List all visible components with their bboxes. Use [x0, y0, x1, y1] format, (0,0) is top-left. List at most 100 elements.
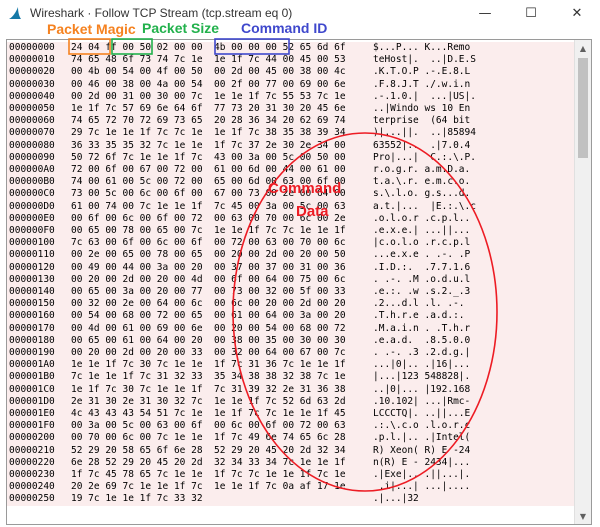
offset-cell: 00000120 — [9, 261, 55, 273]
wireshark-fin-icon — [6, 4, 24, 22]
ascii-cell: . .-. .M .o.d.u.l — [373, 273, 471, 285]
offset-cell: 00000110 — [9, 249, 55, 261]
offset-cell: 00000010 — [9, 54, 55, 66]
ascii-cell: ...e.x.e . .-. .P — [373, 249, 471, 261]
offset-cell: 00000190 — [9, 347, 55, 358]
table-row: 000000F0 00 65 00 78 00 65 00 7c 1e 1e 1f… — [7, 225, 575, 238]
scroll-down-arrow-icon[interactable]: ▼ — [575, 508, 591, 524]
offset-cell: 00000240 — [9, 481, 55, 493]
ascii-cell: ..|0|... |192.168 — [373, 383, 471, 395]
hex-bytes-cell: 00 20 00 2d 00 20 00 33 00 32 00 64 00 6… — [71, 347, 346, 358]
hex-bytes-cell: 00 65 00 3a 00 20 00 77 00 73 00 32 00 5… — [71, 286, 346, 297]
table-row: 00000130 00 20 00 2d 00 20 00 4d 00 6f 00… — [7, 273, 575, 286]
scrollbar-thumb[interactable] — [578, 58, 588, 158]
table-row: 00000200 00 70 00 6c 00 7c 1e 1e 1f 7c 49… — [7, 432, 575, 445]
table-row: 00000210 52 29 20 58 65 6f 6e 28 52 29 20… — [7, 444, 575, 457]
ascii-cell: n(R) E - 2434|... — [373, 456, 471, 468]
offset-cell: 00000090 — [9, 151, 55, 163]
offset-cell: 00000160 — [9, 310, 55, 322]
hex-bytes-cell: 74 00 61 00 5c 00 72 00 65 00 6d 00 63 0… — [71, 176, 346, 188]
offset-cell: 000000E0 — [9, 212, 55, 224]
table-row: 00000050 1e 1f 7c 57 69 6e 64 6f 77 73 20… — [7, 103, 575, 116]
ascii-cell: .K.T.O.P .-.E.8.L — [373, 66, 471, 78]
table-row: 00000140 00 65 00 3a 00 20 00 77 00 73 00… — [7, 286, 575, 299]
table-row: 00000120 00 49 00 44 00 3a 00 20 00 37 00… — [7, 261, 575, 274]
offset-cell: 00000200 — [9, 432, 55, 444]
offset-cell: 00000250 — [9, 493, 55, 505]
ascii-cell: .2...d.l .l. .-. — [373, 298, 471, 310]
table-row: 000000D0 61 00 74 00 7c 1e 1e 1f 7c 45 00… — [7, 200, 575, 213]
command-id-label: Command ID — [241, 20, 328, 36]
table-row: 00000190 00 20 00 2d 00 20 00 33 00 32 00… — [7, 347, 575, 360]
maximize-button[interactable]: ☐ — [508, 0, 554, 26]
ascii-cell: .10.102| ...|Rmc- — [373, 395, 471, 407]
ascii-cell: LCCCTQ|. ..||...E — [373, 408, 471, 419]
offset-cell: 00000220 — [9, 456, 55, 468]
table-row: 000000E0 00 6f 00 6c 00 6f 00 72 00 63 00… — [7, 212, 575, 225]
hex-bytes-cell: 61 00 74 00 7c 1e 1e 1f 7c 45 00 3a 00 5… — [71, 200, 346, 212]
scroll-up-arrow-icon[interactable]: ▲ — [575, 40, 591, 56]
ascii-cell: ...|0|.. .|16|... — [373, 359, 471, 371]
vertical-scrollbar[interactable]: ▲ ▼ — [574, 40, 591, 524]
stream-view[interactable]: 00000000 24 04 ff 00 50 02 00 00 4b 00 00… — [6, 39, 592, 525]
offset-cell: 00000140 — [9, 286, 55, 297]
offset-cell: 00000170 — [9, 322, 55, 334]
hex-bytes-cell: 00 2d 00 31 00 30 00 7c 1e 1e 1f 7c 55 5… — [71, 90, 346, 102]
offset-cell: 00000150 — [9, 298, 55, 310]
hex-bytes-cell: 00 70 00 6c 00 7c 1e 1e 1f 7c 49 6e 74 6… — [71, 432, 346, 444]
table-row: 00000220 6e 28 52 29 20 45 20 2d 32 34 33… — [7, 456, 575, 469]
table-row: 00000060 74 65 72 70 72 69 73 65 20 28 36… — [7, 115, 575, 128]
offset-cell: 00000180 — [9, 334, 55, 346]
hex-bytes-cell: 00 3a 00 5c 00 63 00 6f 00 6c 00 6f 00 7… — [71, 420, 346, 432]
table-row: 00000070 29 7c 1e 1e 1f 7c 7c 1e 1e 1f 7c… — [7, 127, 575, 140]
hex-bytes-cell: 52 29 20 58 65 6f 6e 28 52 29 20 45 20 2… — [71, 444, 346, 456]
offset-cell: 00000080 — [9, 139, 55, 151]
ascii-cell: $...P... K...Remo — [373, 42, 471, 53]
table-row: 000001F0 00 3a 00 5c 00 63 00 6f 00 6c 00… — [7, 420, 575, 433]
ascii-cell: .e.:. .w .s.2._.3 — [373, 286, 471, 297]
hex-bytes-cell: 00 2e 00 65 00 78 00 65 00 20 00 2d 00 2… — [71, 249, 346, 261]
ascii-cell: .M.a.i.n . .T.h.r — [373, 322, 471, 334]
hex-bytes-cell: 00 4b 00 54 00 4f 00 50 00 2d 00 45 00 3… — [71, 66, 346, 78]
offset-cell: 000000F0 — [9, 225, 55, 236]
ascii-cell: .e.x.e.| ...||... — [373, 225, 471, 236]
minimize-button[interactable]: — — [462, 0, 508, 26]
packet-size-label: Packet Size — [142, 20, 220, 36]
ascii-cell: . .-. .3 .2.d.g.| — [373, 347, 471, 358]
table-row: 00000170 00 4d 00 61 00 69 00 6e 00 20 00… — [7, 322, 575, 335]
stream-text-area[interactable]: 00000000 24 04 ff 00 50 02 00 00 4b 00 00… — [7, 40, 575, 524]
hex-bytes-cell: 00 32 00 2e 00 64 00 6c 00 6c 00 20 00 2… — [71, 298, 346, 310]
offset-cell: 000000C0 — [9, 188, 55, 200]
hex-bytes-cell: 1e 1f 7c 57 69 6e 64 6f 77 73 20 31 30 2… — [71, 103, 346, 114]
ascii-cell: .o.l.o.r .c.p.l.. — [373, 212, 471, 224]
window-title: Wireshark · Follow TCP Stream (tcp.strea… — [30, 6, 293, 20]
ascii-cell: .e.a.d. .8.5.0.0 — [373, 334, 471, 346]
offset-cell: 00000130 — [9, 273, 55, 285]
table-row: 00000030 00 46 00 38 00 4a 00 54 00 2f 00… — [7, 78, 575, 91]
offset-cell: 000000A0 — [9, 164, 55, 175]
offset-cell: 00000070 — [9, 127, 55, 139]
offset-cell: 00000020 — [9, 66, 55, 78]
table-row: 00000230 1f 7c 45 78 65 7c 1e 1e 1f 7c 7c… — [7, 469, 575, 482]
ascii-cell: teHost|. ..|D.E.S — [373, 54, 476, 66]
table-row: 00000010 74 65 48 6f 73 74 7c 1e 1e 1f 7c… — [7, 54, 575, 67]
offset-cell: 00000230 — [9, 469, 55, 480]
hex-bytes-cell: 00 20 00 2d 00 20 00 4d 00 6f 00 64 00 7… — [71, 273, 346, 285]
ascii-cell: ..|Windo ws 10 En — [373, 103, 471, 114]
offset-cell: 00000050 — [9, 103, 55, 114]
table-row: 00000000 24 04 ff 00 50 02 00 00 4b 00 00… — [7, 42, 575, 55]
offset-cell: 00000000 — [9, 42, 55, 53]
ascii-cell: .p.l.|.. .|Intel( — [373, 432, 471, 444]
ascii-cell: .T.h.r.e .a.d.:. — [373, 310, 471, 322]
hex-bytes-cell: 00 46 00 38 00 4a 00 54 00 2f 00 77 00 6… — [71, 78, 346, 90]
hex-bytes-cell: 1e 1f 7c 30 7c 1e 1e 1f 7c 31 39 32 2e 3… — [71, 383, 346, 395]
ascii-cell: r.o.g.r. a.m.D.a. — [373, 164, 471, 175]
hex-bytes-cell: 4c 43 43 43 54 51 7c 1e 1e 1f 7c 7c 1e 1… — [71, 408, 346, 419]
close-button[interactable]: ✕ — [554, 0, 600, 26]
ascii-cell: |...|123 548828|. — [373, 371, 471, 383]
ascii-cell: terprise (64 bit — [373, 115, 471, 127]
offset-cell: 00000210 — [9, 444, 55, 456]
ascii-cell: 63552|.. .|7.0.4 — [373, 139, 471, 151]
ascii-cell: .I.D.:. .7.7.1.6 — [373, 261, 471, 273]
table-row: 00000080 36 33 35 35 32 7c 1e 1e 1f 7c 37… — [7, 139, 575, 152]
